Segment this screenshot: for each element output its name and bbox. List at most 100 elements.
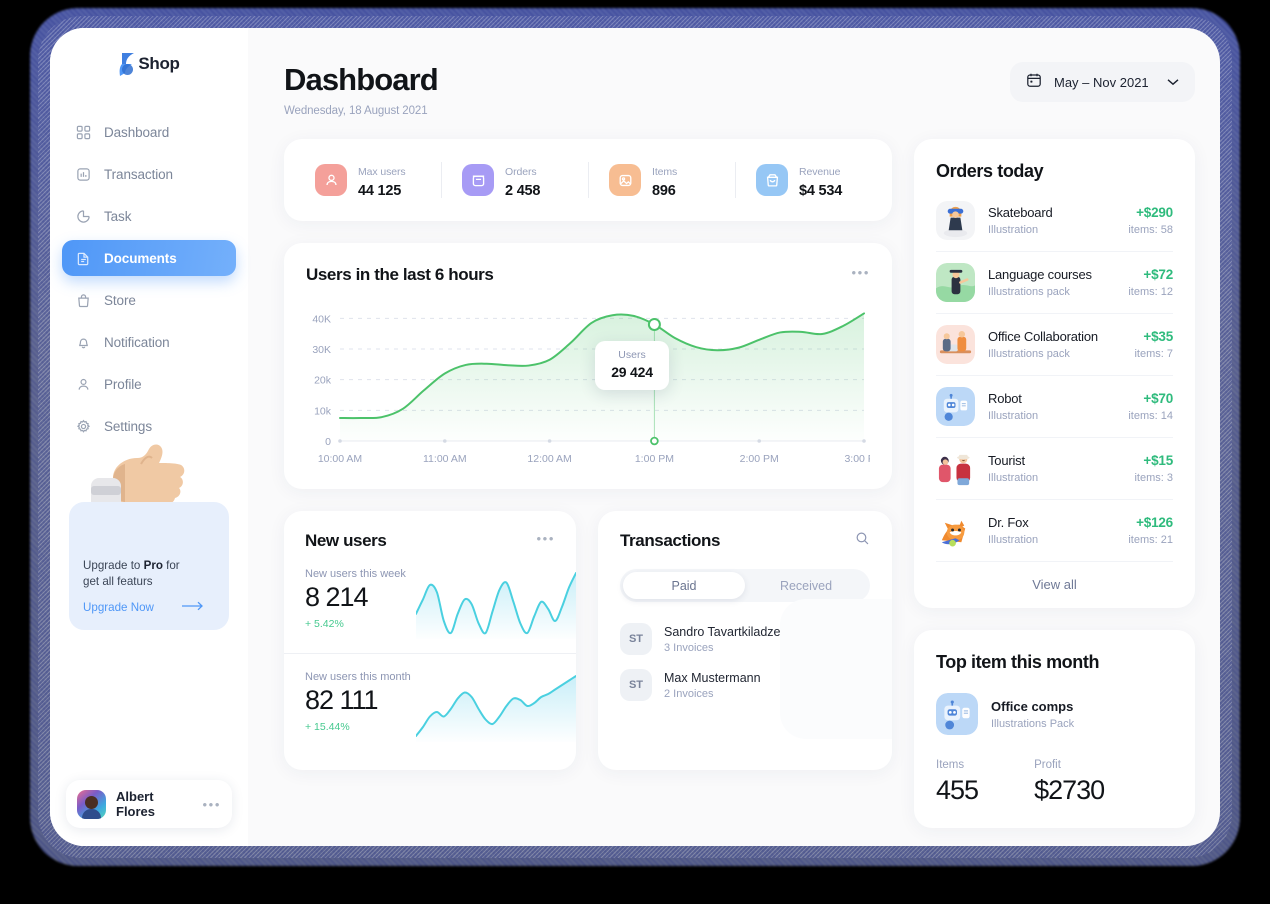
order-row[interactable]: Dr. Fox Illustration +$126 items: 21 (936, 500, 1173, 561)
top-item-sub: Illustrations Pack (991, 717, 1075, 730)
chart-tooltip: Users 29 424 (595, 341, 669, 390)
order-row[interactable]: Robot Illustration +$70 items: 14 (936, 376, 1173, 438)
order-name: Language courses (988, 267, 1092, 282)
order-items: items: 12 (1128, 286, 1173, 298)
svg-text:12:00 AM: 12:00 AM (527, 453, 571, 465)
transactions-tabs: Paid Received (620, 569, 870, 602)
stat-label: Revenue (799, 165, 841, 178)
search-icon[interactable] (855, 531, 870, 551)
orders-list: Skateboard Illustration +$290 items: 58 (936, 190, 1173, 561)
stat-value: 455 (936, 775, 979, 805)
upgrade-now-button[interactable]: Upgrade Now (83, 601, 215, 614)
app-window: Shop Dashboard Transaction Task Document… (50, 28, 1220, 846)
tourist-thumb-icon (936, 449, 975, 488)
initials-avatar: ST (620, 669, 652, 701)
users-chart-card: Users in the last 6 hours ••• 0 10k 20k 30K… (284, 243, 892, 489)
transactions-header: Transactions (598, 531, 892, 551)
bell-icon (75, 334, 91, 350)
sidebar-item-settings[interactable]: Settings (62, 408, 236, 444)
avatar (77, 789, 106, 819)
promo-bold: Pro (143, 559, 163, 572)
order-row[interactable]: Language courses Illustrations pack +$72… (936, 252, 1173, 314)
stats-strip: Max users 44 125 Orders 2 458 Items 896 … (284, 139, 892, 221)
skateboard-thumb-icon (936, 201, 975, 240)
stat-label: Profit (1034, 759, 1061, 771)
sidebar-item-label: Settings (104, 418, 152, 434)
leaf-logo-icon (118, 52, 137, 77)
promo-line1: Upgrade to (83, 559, 144, 572)
content-columns: Max users 44 125 Orders 2 458 Items 896 … (284, 139, 1195, 828)
order-sub: Illustrations pack (988, 286, 1070, 298)
order-sub: Illustration (988, 472, 1039, 484)
tab-paid[interactable]: Paid (623, 572, 745, 599)
view-all-button[interactable]: View all (936, 561, 1173, 608)
grid-icon (75, 124, 91, 140)
sidebar-item-store[interactable]: Store (62, 282, 236, 318)
svg-text:30K: 30K (312, 344, 331, 356)
calendar-icon (1026, 72, 1042, 93)
promo-line1b: for (162, 559, 180, 572)
transactions-title: Transactions (620, 531, 721, 550)
top-item-items: Items 455 (936, 759, 979, 806)
order-row[interactable]: Tourist Illustration +$15 items: 3 (936, 438, 1173, 500)
gear-icon (75, 418, 91, 434)
sidebar-item-transaction[interactable]: Transaction (62, 156, 236, 192)
decorative-shape (780, 599, 892, 739)
order-sub: Illustration (988, 410, 1039, 422)
sidebar-item-task[interactable]: Task (62, 198, 236, 234)
stat-label: Items (936, 759, 965, 771)
date-range-picker[interactable]: May – Nov 2021 (1010, 62, 1195, 102)
order-name: Office Collaboration (988, 329, 1098, 344)
sidebar-item-dashboard[interactable]: Dashboard (62, 114, 236, 150)
main-content: Dashboard Wednesday, 18 August 2021 May … (248, 28, 1220, 846)
more-dots-icon[interactable]: ••• (537, 531, 555, 546)
chart-bar-icon (75, 166, 91, 182)
sidebar-item-label: Dashboard (104, 124, 170, 140)
page-subtitle: Wednesday, 18 August 2021 (284, 105, 428, 117)
page-header: Dashboard Wednesday, 18 August 2021 May … (284, 62, 1195, 117)
user-card[interactable]: Albert Flores ••• (66, 780, 232, 828)
new-users-card: New users ••• New users this week 8 214 … (284, 511, 576, 770)
new-users-week: New users this week 8 214 + 5.42% (284, 551, 576, 644)
new-users-month-sparkline (416, 675, 576, 742)
order-name: Dr. Fox (988, 515, 1029, 530)
top-item-card: Top item this month Office comps Illustr… (914, 630, 1195, 828)
brand-logo[interactable]: Shop (50, 28, 248, 100)
promo-text: Upgrade to Pro for get all featurs (83, 558, 215, 590)
transaction-sub: 3 Invoices (664, 641, 714, 654)
sidebar-item-label: Task (104, 208, 132, 224)
tooltip-title: Users (618, 349, 646, 361)
bottom-row: New users ••• New users this week 8 214 … (284, 511, 892, 770)
order-row[interactable]: Office Collaboration Illustrations pack … (936, 314, 1173, 376)
top-item-stats: Items 455 Profit $2730 (936, 759, 1173, 806)
stat-orders: Orders 2 458 (441, 162, 588, 199)
order-amount: +$290 (1136, 205, 1173, 220)
left-column: Max users 44 125 Orders 2 458 Items 896 … (284, 139, 892, 828)
order-row[interactable]: Skateboard Illustration +$290 items: 58 (936, 190, 1173, 252)
screen-frame: Shop Dashboard Transaction Task Document… (0, 0, 1270, 904)
order-amount: +$72 (1143, 267, 1173, 282)
stat-value: 896 (652, 182, 676, 199)
new-users-header: New users ••• (284, 531, 576, 551)
sidebar-item-label: Notification (104, 334, 170, 350)
order-amount: +$70 (1143, 391, 1173, 406)
more-dots-icon[interactable]: ••• (852, 265, 870, 280)
svg-text:1:00 PM: 1:00 PM (635, 453, 674, 465)
svg-text:2:00 PM: 2:00 PM (740, 453, 779, 465)
page-title: Dashboard (284, 62, 439, 97)
image-icon (609, 164, 641, 196)
sidebar-item-documents[interactable]: Documents (62, 240, 236, 276)
stat-label: Max users (358, 165, 406, 178)
tab-label: Received (779, 578, 833, 593)
more-dots-icon[interactable]: ••• (203, 797, 221, 812)
bag-icon (75, 292, 91, 308)
users-chart-title: Users in the last 6 hours (306, 265, 494, 284)
sidebar-item-profile[interactable]: Profile (62, 366, 236, 402)
order-items: items: 3 (1134, 472, 1173, 484)
tab-label: Paid (671, 578, 697, 593)
sidebar-item-label: Documents (104, 250, 177, 266)
svg-text:40K: 40K (312, 313, 331, 325)
sidebar-item-notification[interactable]: Notification (62, 324, 236, 360)
order-amount: +$126 (1136, 515, 1173, 530)
tab-received[interactable]: Received (745, 572, 867, 599)
